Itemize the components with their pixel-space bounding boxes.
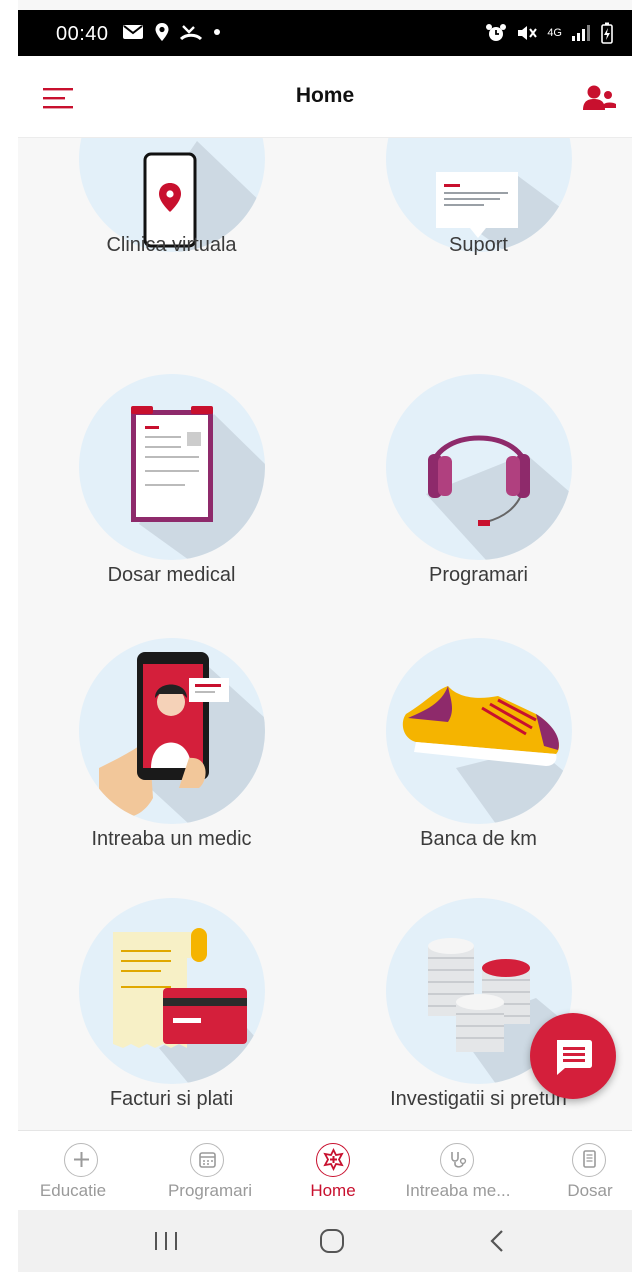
status-time: 00:40 [56,23,109,45]
nav-label: Intreaba me... [405,1181,511,1200]
tile-circle [79,374,265,560]
users-icon [583,85,616,110]
chat-bubble-icon [557,1040,592,1075]
services-grid: Clinica virtuala Suport Dosar medical Pr… [18,138,632,1130]
tile-facturi-si-plati[interactable]: Facturi si plati [18,898,325,1130]
tile-banca-de-km[interactable]: Banca de km [325,638,632,896]
tile-circle [79,638,265,824]
tile-circle [79,898,265,1084]
nav-label: Programari [167,1181,253,1200]
nav-dosar[interactable]: Dosar [548,1131,632,1211]
video-doctor-icon [99,652,265,824]
invoice-card-icon [113,928,265,1084]
nav-label: Dosar [567,1181,613,1200]
tile-suport[interactable]: Suport [325,138,632,324]
nav-programari[interactable]: Programari [150,1131,270,1211]
tile-clinica-virtuala[interactable]: Clinica virtuala [18,138,325,324]
stethoscope-icon [440,1143,474,1177]
tile-label: Facturi si plati [109,1088,234,1110]
recent-apps-button[interactable] [146,1226,186,1256]
tile-circle [386,638,572,824]
tile-label: Clinica virtuala [106,234,237,256]
nav-home[interactable]: Home [288,1131,378,1211]
back-button[interactable] [478,1226,518,1256]
mail-icon [123,25,143,39]
network-type-label: 4G [547,27,562,39]
sneaker-icon [402,686,572,824]
back-chevron-icon [490,1230,503,1252]
signal-icon [572,25,590,41]
tile-dosar-medical[interactable]: Dosar medical [18,374,325,632]
clipboard-icon [131,406,265,560]
tile-label: Suport [449,234,508,256]
dot-icon [214,29,220,35]
alarm-icon [486,24,507,41]
tile-circle [386,374,572,560]
tile-label: Intreaba un medic [91,828,252,850]
tile-label: Dosar medical [107,564,236,586]
home-circle-icon [320,1229,344,1253]
chat-fab-button[interactable] [530,1013,616,1099]
nav-label: Home [310,1181,356,1200]
page-title: Home [295,84,355,107]
home-cross-icon [316,1143,350,1177]
nav-educatie[interactable]: Educatie [18,1131,128,1211]
headphones-icon [426,435,572,560]
recent-apps-icon [155,1232,177,1250]
document-icon [572,1143,606,1177]
plus-icon [64,1143,98,1177]
tile-intreaba-un-medic[interactable]: Intreaba un medic [18,638,325,896]
tile-programari[interactable]: Programari [325,374,632,632]
phone-screen: 00:40 4G Home Clinica virtuala Suport Do… [18,0,632,1272]
app-bar: Home [18,56,632,138]
home-system-button[interactable] [312,1226,352,1256]
nav-label: Educatie [39,1181,107,1200]
location-icon [155,23,169,41]
tile-label: Programari [429,564,528,586]
calendar-icon [190,1143,224,1177]
system-navigation-bar [18,1210,632,1272]
missed-call-icon [180,25,202,41]
nav-intreaba-medic[interactable]: Intreaba me... [390,1131,526,1211]
tile-label: Banca de km [420,828,537,850]
bottom-navigation: Educatie Programari Home Intreaba me... … [18,1130,632,1210]
account-switch-button[interactable] [582,82,618,114]
battery-icon [601,22,613,44]
mute-icon [518,26,538,40]
status-bar: 00:40 4G [18,10,632,56]
